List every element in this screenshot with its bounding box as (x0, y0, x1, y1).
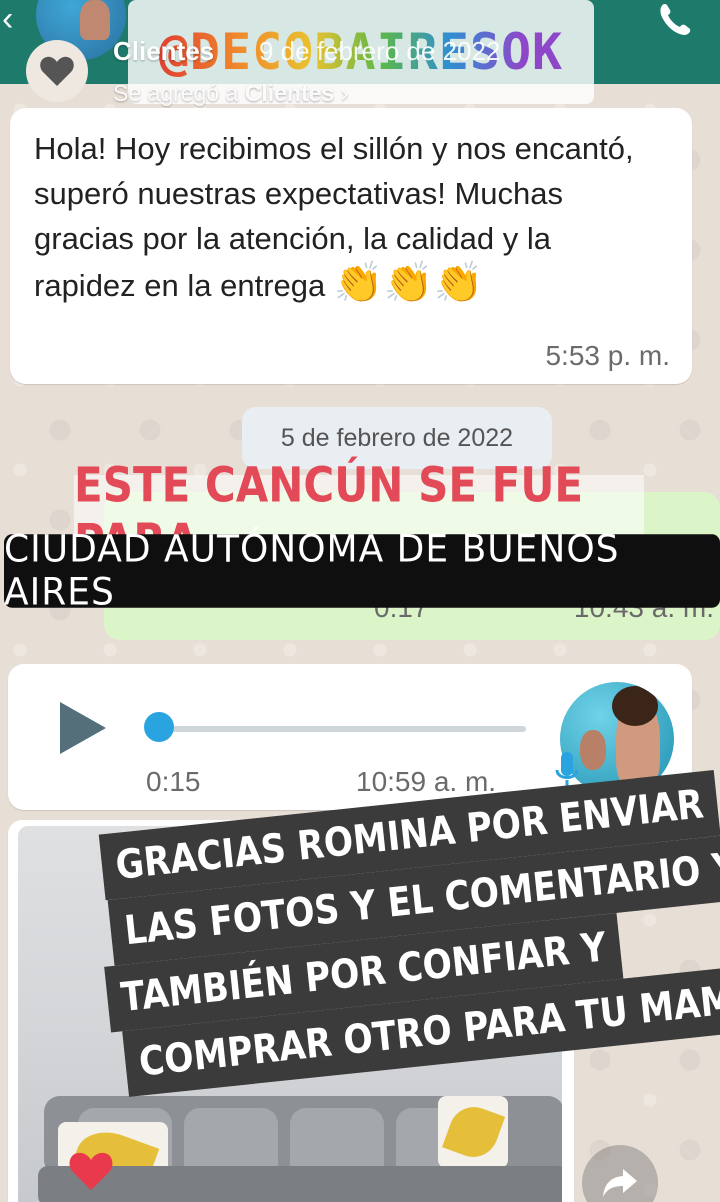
incoming-message: Hola! Hoy recibimos el sillón y nos enca… (10, 108, 692, 384)
message-time: 5:53 p. m. (545, 340, 670, 371)
phone-icon[interactable] (654, 0, 694, 40)
story-username[interactable]: Clientes (113, 36, 214, 67)
city-sticker: CIUDAD AUTÓNOMA DE BUENOS AIRES (4, 528, 720, 614)
audio-progress-knob[interactable] (144, 712, 174, 742)
highlight-avatar[interactable] (26, 40, 88, 102)
chevron-right-icon: › (340, 80, 349, 106)
subtitle-prefix: Se agregó a (113, 80, 245, 106)
message-text: Hola! Hoy recibimos el sillón y nos enca… (34, 126, 654, 308)
heart-icon (40, 56, 74, 86)
story-subtitle[interactable]: Se agregó a Clientes › (113, 80, 348, 107)
audio-duration: 0:15 (146, 766, 201, 797)
story-date: 9 de febrero de 2022 (259, 36, 501, 66)
clapping-emoji: 👏👏👏 (333, 261, 484, 305)
like-heart-icon[interactable] (68, 1150, 114, 1192)
audio-time: 10:59 a. m. (356, 766, 497, 797)
share-icon (603, 1169, 637, 1197)
back-arrow-icon[interactable]: ‹ (2, 2, 24, 42)
audio-progress-track[interactable] (158, 726, 526, 732)
subtitle-link[interactable]: Clientes (245, 80, 334, 106)
play-icon[interactable] (58, 700, 108, 756)
